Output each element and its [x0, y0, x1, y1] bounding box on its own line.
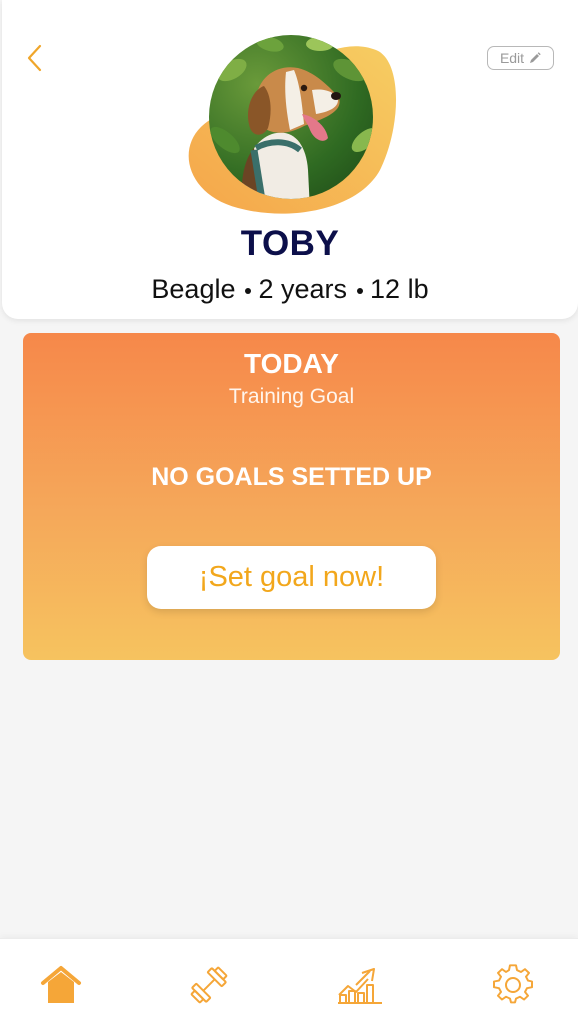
nav-training[interactable] — [185, 961, 233, 1009]
edit-profile-button[interactable]: Edit — [487, 46, 554, 70]
pencil-icon — [530, 52, 541, 63]
pet-weight: 12 lb — [370, 274, 429, 304]
pet-details: Beagle 2 years 12 lb — [2, 274, 578, 305]
today-goal-card: TODAY Training Goal NO GOALS SETTED UP ¡… — [23, 333, 560, 660]
pet-profile-card: Edit TOBY Beagle 2 years 12 lb — [2, 0, 578, 319]
edit-label: Edit — [499, 50, 525, 66]
today-title: TODAY — [244, 348, 339, 379]
nav-settings[interactable] — [489, 961, 537, 1009]
pet-name: TOBY — [240, 224, 340, 263]
nav-home[interactable] — [37, 961, 85, 1009]
pet-avatar[interactable] — [180, 30, 404, 220]
pet-breed: Beagle — [151, 274, 236, 304]
chevron-left-icon — [27, 44, 42, 72]
nav-stats[interactable] — [336, 961, 384, 1009]
dumbbell-icon — [190, 966, 228, 1004]
stats-chart-icon — [338, 968, 382, 1004]
home-icon — [41, 966, 81, 1003]
pet-age: 2 years — [258, 274, 348, 304]
separator-dot — [357, 287, 364, 294]
set-goal-button[interactable]: ¡Set goal now! — [147, 546, 436, 609]
back-button[interactable] — [20, 40, 50, 76]
separator-dot — [245, 287, 252, 294]
empty-goals-message: NO GOALS SETTED UP — [151, 463, 432, 491]
bottom-navigation — [0, 938, 578, 1030]
app-screen: Edit TOBY Beagle 2 years 12 lb TODAY Tra… — [0, 0, 578, 1030]
today-subtitle: Training Goal — [228, 385, 355, 408]
gear-icon — [493, 964, 533, 1004]
